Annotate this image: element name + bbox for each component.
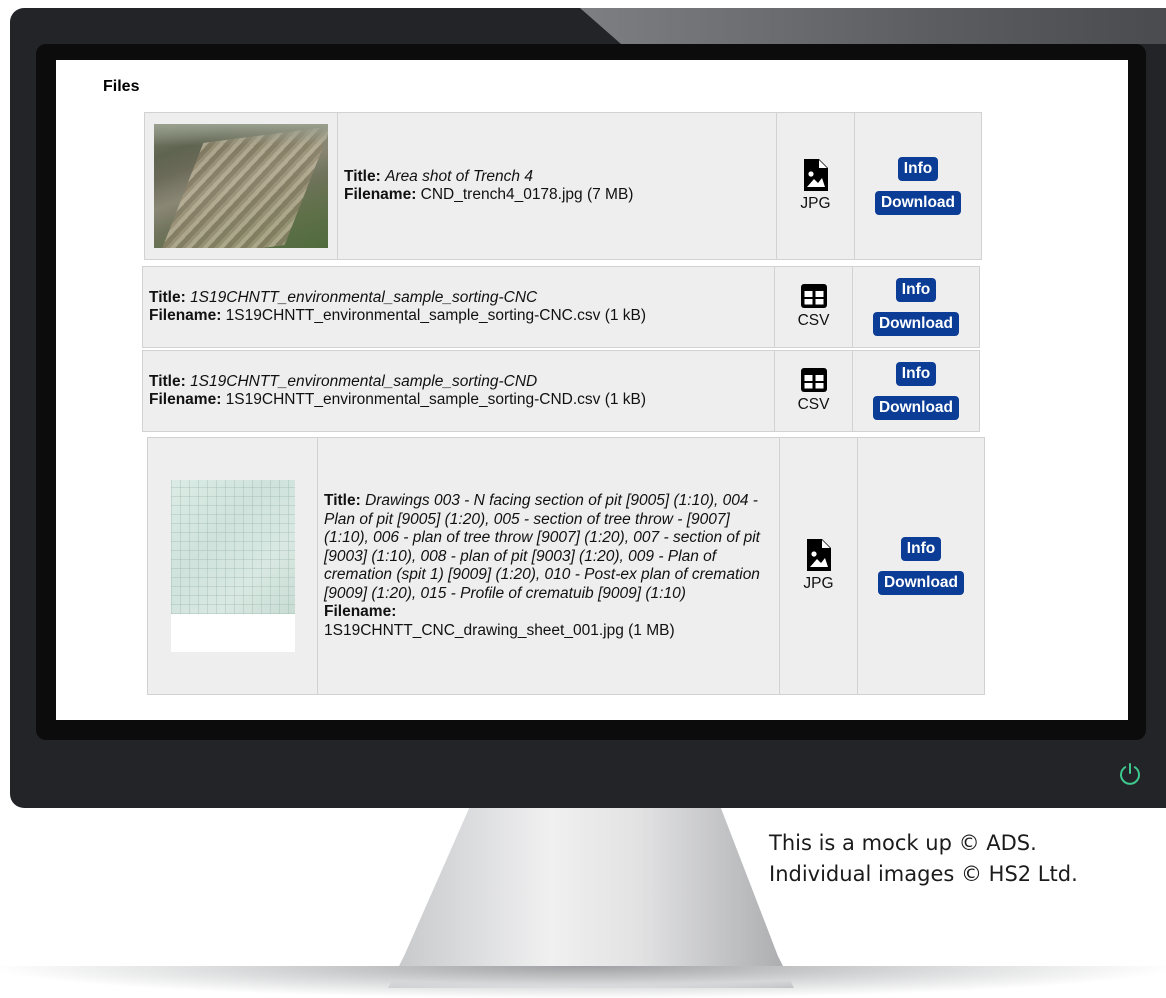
file-type-label: JPG	[800, 195, 831, 212]
file-type-cell: CSV	[775, 267, 853, 347]
download-button[interactable]: Download	[877, 571, 965, 595]
file-row: Title: Area shot of Trench 4 Filename: C…	[144, 112, 982, 260]
filename-label: Filename:	[344, 186, 417, 203]
actions-cell: Info Download	[858, 438, 984, 694]
actions-cell: Info Download	[855, 113, 981, 259]
file-description: Title: 1S19CHNTT_environmental_sample_so…	[143, 267, 775, 347]
file-name: 1S19CHNTT_CNC_drawing_sheet_001.jpg (1 M…	[324, 621, 675, 639]
drawing-sheet-thumbnail[interactable]	[170, 480, 295, 652]
filename-label: Filename:	[149, 391, 222, 408]
monitor-stand	[388, 808, 794, 988]
file-description: Title: Drawings 003 - N facing section o…	[318, 438, 780, 694]
caption-line: This is a mock up © ADS.	[769, 831, 1037, 855]
info-button[interactable]: Info	[900, 537, 942, 561]
actions-cell: Info Download	[853, 351, 979, 431]
files-heading: Files	[103, 78, 140, 95]
file-description: Title: 1S19CHNTT_environmental_sample_so…	[143, 351, 775, 431]
thumbnail-cell	[145, 113, 338, 259]
copyright-caption: This is a mock up © ADS. Individual imag…	[769, 828, 1163, 890]
actions-cell: Info Download	[853, 267, 979, 347]
file-name: 1S19CHNTT_environmental_sample_sorting-C…	[225, 391, 647, 408]
file-row: Title: 1S19CHNTT_environmental_sample_so…	[142, 266, 980, 348]
file-type-cell: JPG	[780, 438, 858, 694]
download-button[interactable]: Download	[874, 191, 962, 215]
table-icon	[800, 368, 827, 392]
file-row: Title: Drawings 003 - N facing section o…	[147, 437, 985, 695]
download-button[interactable]: Download	[872, 312, 960, 336]
title-label: Title:	[149, 372, 186, 390]
title-label: Title:	[324, 492, 361, 509]
file-title: 1S19CHNTT_environmental_sample_sorting-C…	[190, 288, 538, 306]
image-file-icon	[803, 159, 828, 191]
trench-photo-thumbnail[interactable]	[154, 124, 328, 248]
file-name: 1S19CHNTT_environmental_sample_sorting-C…	[225, 307, 647, 324]
screen: Files Title: Area shot of Trench 4 Filen…	[56, 60, 1128, 720]
file-type-cell: CSV	[775, 351, 853, 431]
power-icon[interactable]	[1117, 761, 1143, 787]
file-type-label: CSV	[797, 312, 830, 329]
file-title: Area shot of Trench 4	[385, 167, 533, 185]
file-name: CND_trench4_0178.jpg (7 MB)	[420, 186, 634, 203]
download-button[interactable]: Download	[872, 396, 960, 420]
title-label: Title:	[149, 288, 186, 306]
title-label: Title:	[344, 167, 381, 185]
file-description: Title: Area shot of Trench 4 Filename: C…	[338, 113, 777, 259]
bezel-highlight	[580, 8, 1166, 44]
info-button[interactable]: Info	[895, 362, 937, 386]
filename-label: Filename:	[149, 307, 222, 324]
file-type-label: JPG	[803, 575, 834, 592]
thumbnail-cell	[148, 438, 318, 694]
info-button[interactable]: Info	[897, 157, 939, 181]
file-row: Title: 1S19CHNTT_environmental_sample_so…	[142, 350, 980, 432]
image-file-icon	[806, 539, 831, 571]
file-type-label: CSV	[797, 396, 830, 413]
caption-line: Individual images © HS2 Ltd.	[769, 862, 1078, 886]
file-title: Drawings 003 - N facing section of pit […	[324, 492, 760, 602]
info-button[interactable]: Info	[895, 278, 937, 302]
filename-label: Filename:	[324, 603, 397, 620]
file-type-cell: JPG	[777, 113, 855, 259]
table-icon	[800, 284, 827, 308]
stand-shadow	[0, 966, 1166, 998]
file-title: 1S19CHNTT_environmental_sample_sorting-C…	[190, 372, 538, 390]
